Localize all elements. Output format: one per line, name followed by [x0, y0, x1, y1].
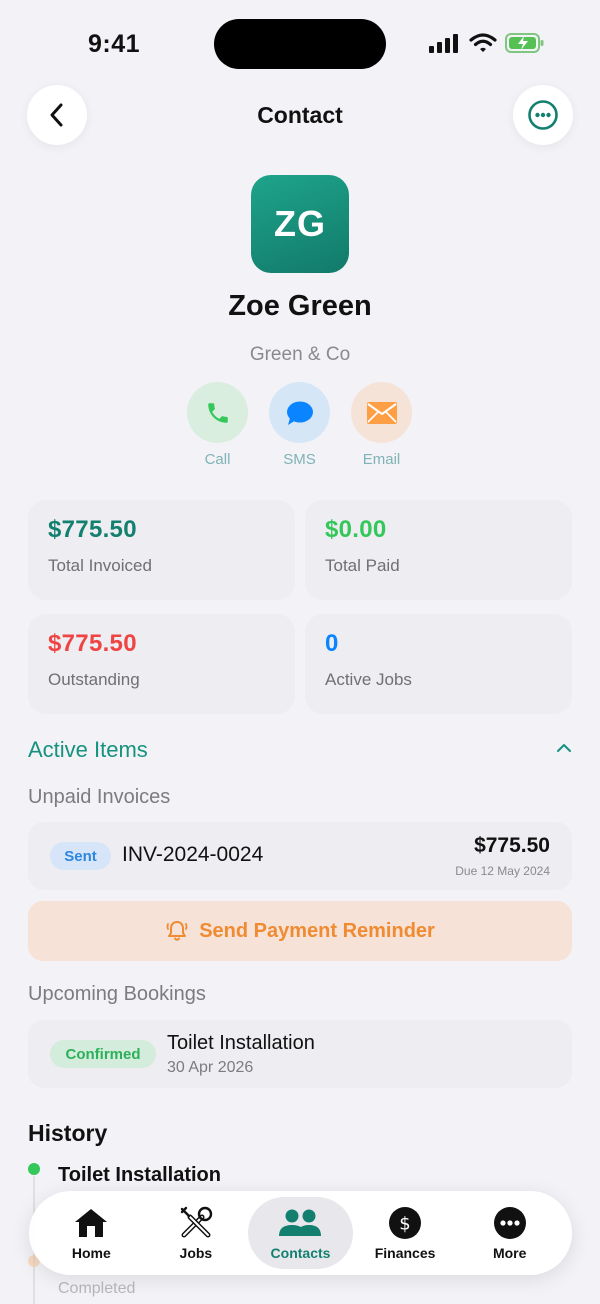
- dollar-icon: $: [389, 1207, 422, 1239]
- email-circle[interactable]: [351, 382, 412, 443]
- tab-label: Home: [71, 1245, 111, 1261]
- phone-icon: [207, 402, 228, 423]
- tab-label: More: [492, 1245, 527, 1261]
- battery-charging-icon: [505, 33, 544, 53]
- contact-actions: Call SMS Email: [187, 382, 412, 468]
- stat-outstanding: $775.50 Outstanding: [28, 614, 295, 714]
- stat-label: Total Paid: [325, 556, 400, 575]
- upcoming-bookings-title: Upcoming Bookings: [28, 983, 206, 1005]
- tab-jobs[interactable]: Jobs: [144, 1197, 249, 1269]
- email-label: Email: [362, 451, 401, 468]
- reminder-label: Send Payment Reminder: [199, 919, 435, 942]
- chevron-up-icon[interactable]: [556, 742, 572, 754]
- dynamic-island: [214, 19, 386, 69]
- envelope-icon: [366, 401, 397, 424]
- tab-home[interactable]: Home: [39, 1197, 144, 1269]
- stat-total-invoiced: $775.50 Total Invoiced: [28, 500, 295, 600]
- ellipsis-circle-icon: [528, 100, 558, 130]
- message-bubble-icon: [286, 401, 313, 425]
- status-icons: [429, 33, 545, 53]
- stat-value: $775.50: [48, 516, 137, 543]
- more-dots-icon: [493, 1207, 526, 1239]
- sms-circle[interactable]: [269, 382, 330, 443]
- history-title: History: [28, 1120, 108, 1146]
- bell-icon: [166, 921, 188, 941]
- page-title: Contact: [257, 102, 343, 128]
- tab-more[interactable]: More: [457, 1197, 562, 1269]
- wifi-icon: [469, 33, 497, 52]
- call-circle[interactable]: [187, 382, 248, 443]
- send-payment-reminder-button[interactable]: Send Payment Reminder: [28, 901, 572, 961]
- avatar: ZG: [251, 175, 349, 273]
- stat-label: Active Jobs: [325, 670, 412, 689]
- tab-label: Finances: [374, 1245, 436, 1261]
- stat-total-paid: $0.00 Total Paid: [305, 500, 572, 600]
- invoice-due-date: Due 12 May 2024: [455, 864, 550, 878]
- company-name: Green & Co: [249, 344, 351, 365]
- stat-label: Outstanding: [48, 670, 140, 689]
- tab-label: Jobs: [179, 1245, 213, 1261]
- status-badge: Confirmed: [50, 1040, 156, 1068]
- contact-name: Zoe Green: [228, 290, 372, 322]
- sms-label: SMS: [283, 451, 316, 468]
- status-bar: 9:41: [0, 0, 600, 90]
- invoice-number: INV-2024-0024: [122, 843, 264, 866]
- sms-button[interactable]: SMS: [269, 382, 330, 468]
- cellular-signal-icon: [429, 34, 458, 53]
- more-options-button[interactable]: [513, 85, 573, 145]
- status-time: 9:41: [88, 30, 141, 58]
- booking-title: Toilet Installation: [167, 1032, 315, 1054]
- history-item-title[interactable]: Toilet Installation: [58, 1164, 221, 1187]
- booking-row[interactable]: Confirmed Toilet Installation 30 Apr 202…: [28, 1020, 572, 1088]
- status-badge: Sent: [50, 842, 111, 870]
- invoice-row[interactable]: Sent INV-2024-0024 $775.50 Due 12 May 20…: [28, 822, 572, 890]
- email-button[interactable]: Email: [351, 382, 412, 468]
- stat-label: Total Invoiced: [48, 556, 152, 575]
- call-button[interactable]: Call: [187, 382, 248, 468]
- unpaid-invoices-title: Unpaid Invoices: [28, 786, 171, 808]
- invoice-amount: $775.50: [474, 834, 550, 857]
- tab-label: Contacts: [270, 1245, 331, 1261]
- home-icon: [75, 1209, 108, 1237]
- tools-icon: [180, 1206, 213, 1238]
- svg-text:$: $: [399, 1214, 410, 1235]
- stat-active-jobs: 0 Active Jobs: [305, 614, 572, 714]
- history-item-status: Completed: [58, 1280, 136, 1297]
- booking-date: 30 Apr 2026: [167, 1059, 254, 1076]
- stat-value: 0: [325, 630, 339, 657]
- call-label: Call: [204, 451, 231, 468]
- tab-contacts[interactable]: Contacts: [248, 1197, 353, 1269]
- people-icon: [279, 1209, 322, 1236]
- stat-value: $0.00: [325, 516, 387, 543]
- active-items-header[interactable]: Active Items: [28, 737, 148, 763]
- tab-finances[interactable]: $ Finances: [353, 1197, 458, 1269]
- tab-bar: Home Jobs Contacts $ Finances More: [29, 1191, 572, 1275]
- stat-value: $775.50: [48, 630, 137, 657]
- timeline-dot: [28, 1163, 40, 1175]
